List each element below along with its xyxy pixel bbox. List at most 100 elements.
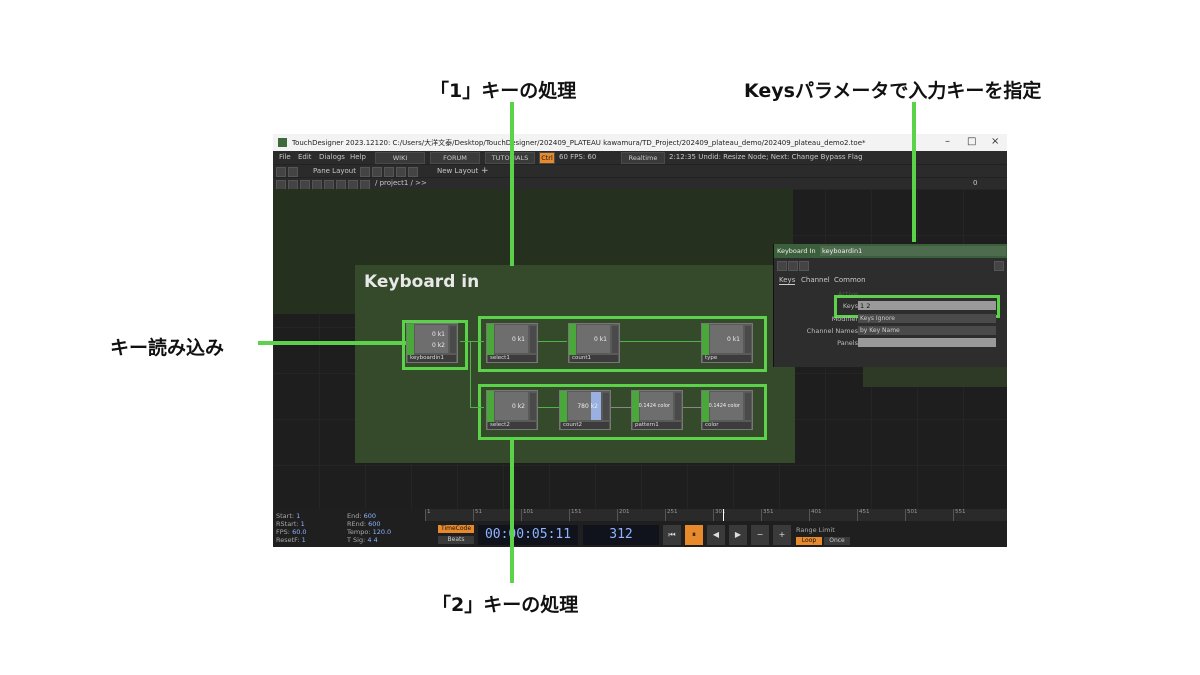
op-name-field[interactable]: keyboardin1 [820,246,1006,256]
loop-button[interactable]: Loop [796,537,822,545]
tick: 101 [521,509,534,521]
tab-keys[interactable]: Keys [779,276,796,285]
network-path[interactable]: / project1 / >> [375,179,427,187]
layout-5-icon[interactable] [408,167,418,177]
anchor-icon[interactable] [288,167,298,177]
fps-value[interactable]: 60.0 [292,528,306,536]
maximize-button[interactable]: □ [967,136,976,147]
frame-display[interactable]: 312 [583,525,659,545]
menu-help[interactable]: Help [350,153,366,161]
wire-count1-type [619,341,701,342]
ctrl-button[interactable]: Ctrl [539,152,555,164]
node-value: 0 k1 [726,336,740,343]
playhead[interactable] [723,509,724,521]
add-layout-button[interactable]: + [481,166,489,176]
forum-button[interactable]: FORUM [430,152,480,164]
close-button[interactable]: × [991,136,999,147]
rstart-value[interactable]: 1 [301,520,305,528]
tsig-value[interactable]: 4 4 [367,536,377,544]
node-name: count1 [570,355,618,362]
node-value: 0.1424 color [638,403,670,409]
timecode-button[interactable]: TimeCode [438,525,474,533]
panels-label: Panels [837,339,858,347]
tempo-value[interactable]: 120.0 [373,528,392,536]
layout-1-icon[interactable] [360,167,370,177]
minimize-button[interactable]: – [945,136,950,147]
tab-common[interactable]: Common [834,276,866,284]
leader-process2 [510,437,514,583]
network-editor[interactable]: Keyboard in 0 k1 0 k2 keyboardin1 0 k1 s… [273,189,1007,509]
python-icon[interactable] [788,261,798,271]
minus-icon[interactable]: − [751,525,769,545]
start-value[interactable]: 1 [296,512,300,520]
pane-layout-label[interactable]: Pane Layout [313,167,356,175]
rstart-readout: RStart: 1 [276,520,305,528]
once-button[interactable]: Once [824,537,850,545]
select1-node[interactable]: 0 k1 select1 [486,323,538,363]
pane-icon[interactable] [276,167,286,177]
settings-icon[interactable] [994,261,1004,271]
start-readout: Start: 1 [276,512,300,520]
callout-process2: 「2」キーの処理 [432,594,579,616]
channel-names-dropdown[interactable]: by Key Name [858,326,996,335]
step-back-icon[interactable]: ◀ [707,525,725,545]
op-type-label: Keyboard In [777,247,816,255]
resetf-readout: ResetF: 1 [276,536,306,544]
keyboardin-node[interactable]: 0 k1 0 k2 keyboardin1 [406,323,458,363]
new-layout-label[interactable]: New Layout [437,167,478,175]
count2-node[interactable]: 780 k2 count2 [559,390,611,430]
node-name: color [703,422,751,429]
fps-readout: 60 FPS: 60 [559,153,597,161]
tsig-label: T Sig: [347,536,366,544]
tsig-readout: T Sig: 4 4 [347,536,378,544]
time-display[interactable]: 00:00:05:11 [478,525,578,545]
menu-dialogs[interactable]: Dialogs [319,153,345,161]
tick: 451 [857,509,870,521]
step-forward-icon[interactable]: ▶ [729,525,747,545]
help-icon[interactable] [777,261,787,271]
menu-file[interactable]: File [279,153,291,161]
tick: 201 [617,509,630,521]
pattern1-node[interactable]: 0.1424 color pattern1 [631,390,683,430]
leader-process1 [510,102,514,266]
node-name: select2 [488,422,536,429]
color-node[interactable]: 0.1424 color color [701,390,753,430]
end-value[interactable]: 600 [364,512,376,520]
channel-names-label: Channel Names [806,327,858,335]
wire-select2-count2 [537,407,559,408]
type-node[interactable]: 0 k1 type [701,323,753,363]
layout-toolbar: Pane Layout New Layout + [273,164,1007,178]
resetf-label: ResetF: [276,536,300,544]
title-bar: TouchDesigner 2023.12120: C:/Users/大洋文泰/… [273,134,1007,151]
info-icon[interactable] [799,261,809,271]
rewind-icon[interactable]: ⏮ [663,525,681,545]
node-value: 0 k1 [593,336,607,343]
panels-input[interactable] [858,338,996,347]
layout-3-icon[interactable] [384,167,394,177]
wire-pattern1-color [683,407,701,408]
beats-button[interactable]: Beats [438,536,474,544]
node-name: pattern1 [633,422,681,429]
parameter-panel: Keyboard In keyboardin1 Keys Channel Com… [773,244,1007,367]
rend-value[interactable]: 600 [368,520,380,528]
modifier-dropdown[interactable]: Keys Ignore [858,314,996,323]
rstart-label: RStart: [276,520,299,528]
menu-edit[interactable]: Edit [298,153,312,161]
tick: 551 [953,509,966,521]
resetf-value[interactable]: 1 [302,536,306,544]
pause-icon[interactable]: ⏸ [685,525,703,545]
callout-process1: 「1」キーの処理 [430,80,577,102]
wiki-button[interactable]: WIKI [375,152,425,164]
callout-key-read: キー読み込み [110,337,225,359]
plus-icon[interactable]: + [773,525,791,545]
layout-2-icon[interactable] [372,167,382,177]
select2-node[interactable]: 0 k2 select2 [486,390,538,430]
fps-label: FPS: [276,528,290,536]
tab-channel[interactable]: Channel [801,276,830,284]
count1-node[interactable]: 0 k1 count1 [568,323,620,363]
layout-4-icon[interactable] [396,167,406,177]
tick: 51 [473,509,482,521]
realtime-toggle[interactable]: Realtime [621,152,665,164]
node-name: select1 [488,355,536,362]
callout-keys-param: Keysパラメータで入力キーを指定 [744,80,1042,102]
